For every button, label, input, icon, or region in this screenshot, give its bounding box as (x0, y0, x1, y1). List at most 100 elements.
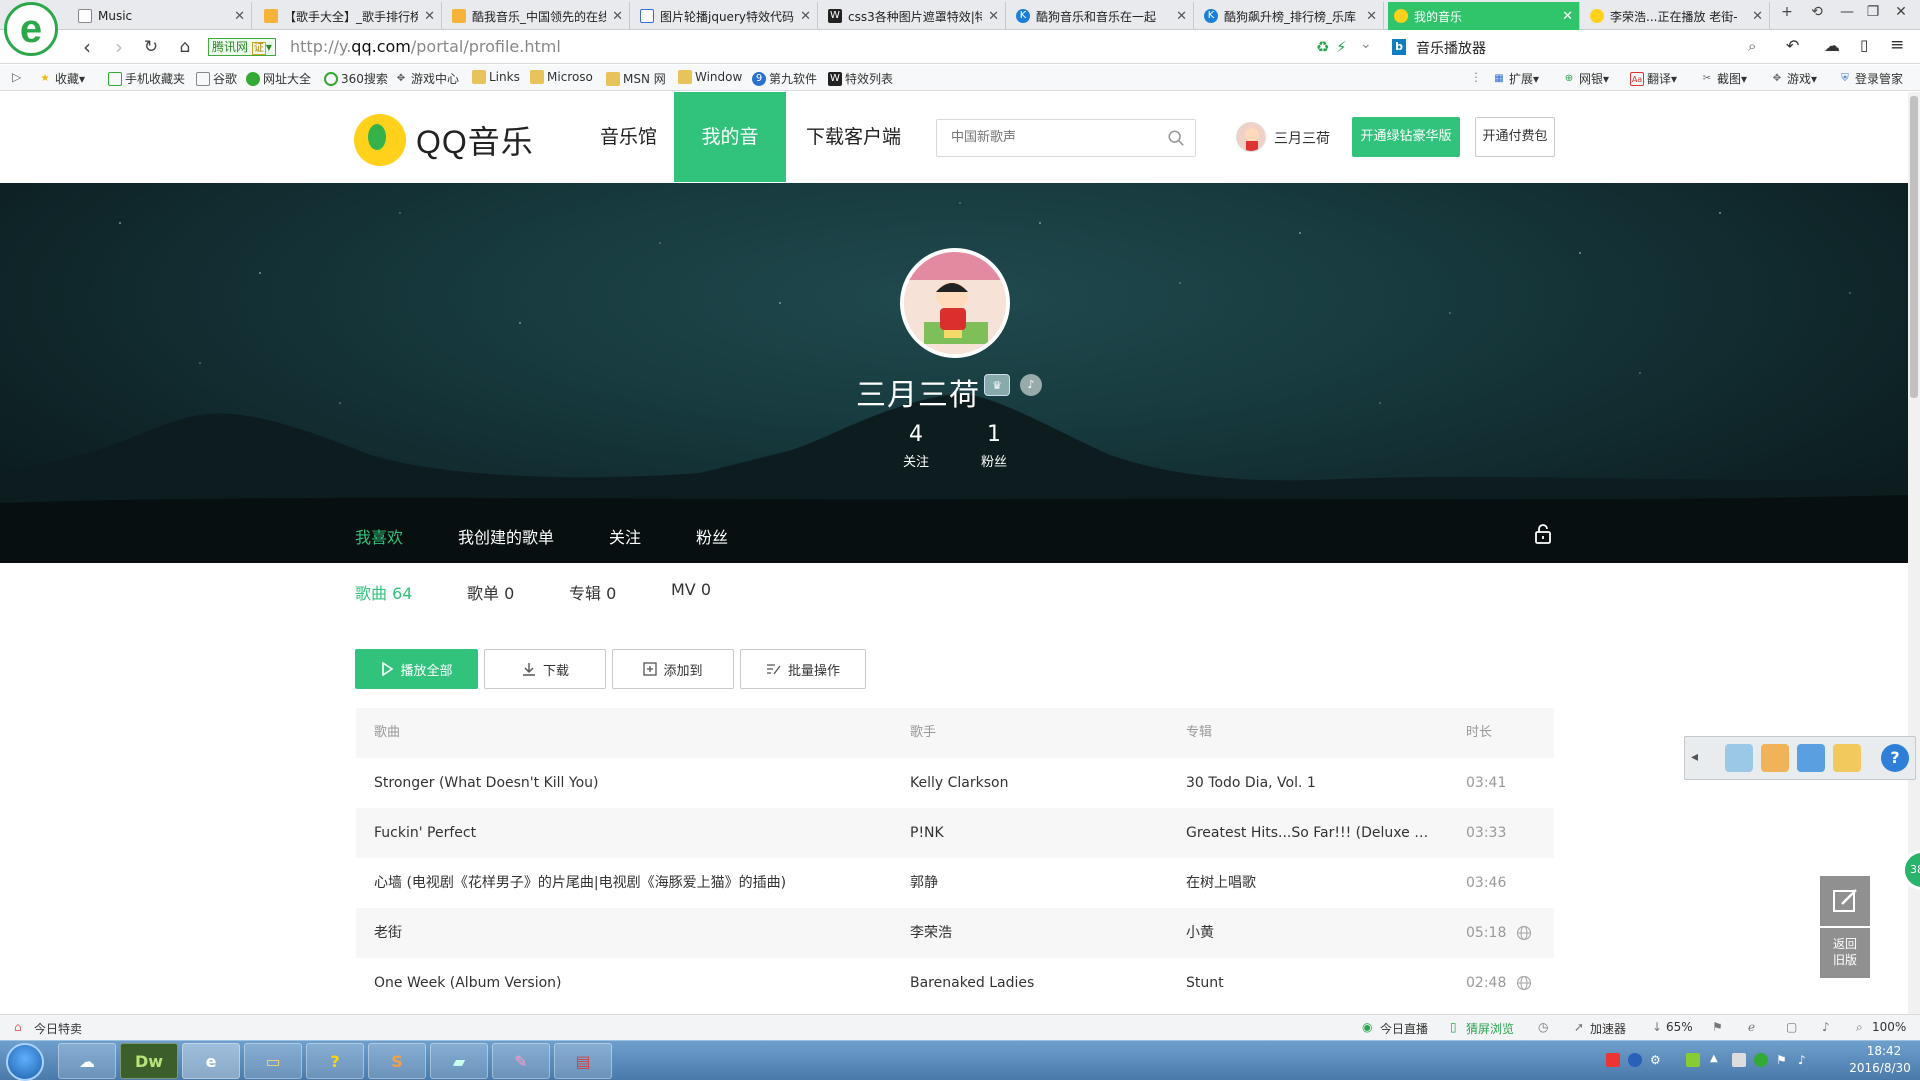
tab-liked[interactable]: 我喜欢 (355, 524, 403, 548)
more-icon[interactable]: ⋮ (1470, 70, 1482, 84)
table-row[interactable]: One Week (Album Version) Barenaked Ladie… (356, 958, 1554, 1008)
fans-label[interactable]: 粉丝 (974, 451, 1014, 470)
window-close-icon[interactable]: ✕ (1890, 4, 1912, 20)
collapse-arrow-icon[interactable]: ◂ (1691, 749, 1698, 765)
nav-download-client[interactable]: 下载客户端 (786, 92, 921, 182)
close-icon[interactable]: ✕ (424, 9, 435, 24)
search-input[interactable] (951, 129, 1151, 144)
minimize-icon[interactable]: — (1836, 4, 1858, 20)
scrollbar-thumb[interactable] (1910, 96, 1918, 398)
bookmark-toggle-icon[interactable]: ▷ (12, 70, 21, 84)
notebook-icon[interactable]: ▰ (430, 1043, 488, 1079)
tab-my-playlists[interactable]: 我创建的歌单 (458, 524, 554, 548)
site-badge[interactable]: 腾讯网 证 ▾ (208, 38, 276, 56)
refresh-icon[interactable]: ↻ (138, 35, 164, 59)
close-icon[interactable]: ✕ (800, 9, 811, 24)
forward-icon[interactable]: › (106, 35, 132, 59)
back-icon[interactable]: ‹ (74, 35, 100, 59)
menu-icon[interactable]: ≡ (1890, 35, 1904, 55)
clock-time[interactable]: 18:42 (1854, 1044, 1914, 1058)
extension-item[interactable]: ⛨ 登录管家 (1838, 70, 1903, 87)
zoom-level[interactable]: 100% (1872, 1020, 1906, 1034)
daily-sale-link[interactable]: 今日特卖 (34, 1020, 82, 1037)
fans-count[interactable]: 1 (974, 422, 1014, 447)
extension-item[interactable]: ⊕ 网银 ▾ (1562, 70, 1609, 87)
flag-icon[interactable]: ⚑ (1712, 1020, 1723, 1034)
open-green-diamond-button[interactable]: 开通绿钻豪华版 (1352, 117, 1460, 157)
notification-bubble[interactable]: 38 (1902, 850, 1920, 890)
bookmark-item[interactable]: Links (472, 70, 520, 84)
sogou-icon[interactable] (1606, 1053, 1620, 1067)
flag-tray-icon[interactable]: ⚑ (1776, 1053, 1790, 1067)
table-row[interactable]: 老街 李荣浩 小黄 05:18 (356, 908, 1554, 958)
home-icon[interactable]: ⌂ (172, 35, 198, 59)
winrar-icon[interactable]: ▤ (554, 1043, 612, 1079)
browser-tab[interactable]: W css3各种图片遮罩特效|特 ✕ (822, 2, 1006, 30)
song-title[interactable]: One Week (Album Version) (374, 958, 894, 1008)
add-to-button[interactable]: 添加到 (612, 649, 734, 689)
browser-tab[interactable]: K 酷狗飙升榜_排行榜_乐库 ✕ (1198, 2, 1384, 30)
bookmark-item[interactable]: Microso (530, 70, 593, 84)
profile-avatar[interactable] (900, 248, 1010, 358)
search-icon[interactable] (1167, 129, 1185, 147)
extension-item[interactable]: ▦ 扩展 ▾ (1492, 70, 1539, 87)
subtab-albums[interactable]: 专辑 0 (569, 580, 616, 604)
bookmark-item[interactable]: 手机收藏夹 (108, 70, 185, 87)
search-icon[interactable]: ⌕ (1748, 37, 1756, 55)
nav-my-music[interactable]: 我的音乐 (674, 92, 786, 238)
extension-item[interactable]: Aa 翻译 ▾ (1630, 70, 1677, 87)
restore-tabs-icon[interactable]: ⟲ (1806, 4, 1828, 20)
dreamweaver-icon[interactable]: Dw (120, 1043, 178, 1079)
user-name[interactable]: 三月三荷 (1274, 128, 1330, 148)
browser-tab[interactable]: 【歌手大全】_歌手排行榜 ✕ (258, 2, 442, 30)
song-title[interactable]: Fuckin' Perfect (374, 808, 894, 858)
paint-icon[interactable]: ✎ (492, 1043, 550, 1079)
cross-screen-link[interactable]: 猜屏浏览 (1466, 1020, 1514, 1037)
table-row[interactable]: 心墙 (电视剧《花样男子》的片尾曲|电视剧《海豚爱上猫》的插曲) 郭静 在树上唱… (356, 858, 1554, 908)
bookmark-item[interactable]: W 特效列表 (828, 70, 893, 87)
browser-tab-active[interactable]: 我的音乐 ✕ (1388, 2, 1580, 30)
subtab-playlists[interactable]: 歌单 0 (467, 580, 514, 604)
help-app-icon[interactable]: ? (306, 1043, 364, 1079)
security-tray-icon[interactable] (1754, 1053, 1768, 1067)
live-link[interactable]: 今日直播 (1380, 1020, 1428, 1037)
close-icon[interactable]: ✕ (234, 9, 245, 24)
lightning-icon[interactable]: ⚡ (1336, 38, 1347, 56)
globe-icon[interactable] (1516, 925, 1532, 941)
subtab-mv[interactable]: MV 0 (671, 580, 711, 599)
song-album[interactable]: 30 Todo Dia, Vol. 1 (1186, 758, 1436, 808)
song-title[interactable]: Stronger (What Doesn't Kill You) (374, 758, 894, 808)
url-field[interactable]: http://y.qq.com/portal/profile.html (290, 37, 561, 56)
close-icon[interactable]: ✕ (1176, 9, 1187, 24)
song-singer[interactable]: Kelly Clarkson (910, 758, 1160, 808)
song-singer[interactable]: 郭静 (910, 858, 1160, 908)
cloud-icon[interactable]: ☁ (1824, 36, 1840, 55)
close-icon[interactable]: ✕ (612, 9, 623, 24)
extension-item[interactable]: ✂ 截图 ▾ (1700, 70, 1747, 87)
following-label[interactable]: 关注 (896, 451, 936, 470)
bookmark-item[interactable]: 360搜索 (324, 70, 388, 87)
subtab-songs[interactable]: 歌曲 64 (355, 580, 412, 604)
chart-tool-icon[interactable] (1725, 744, 1753, 772)
explorer-icon[interactable]: ▭ (244, 1043, 302, 1079)
ie-icon[interactable]: ℯ (1748, 1020, 1755, 1034)
extension-item[interactable]: ✥ 游戏 ▾ (1770, 70, 1817, 87)
bookmark-item[interactable]: 网址大全 (246, 70, 311, 87)
clock-icon[interactable]: ◷ (1538, 1020, 1548, 1034)
bookmark-item[interactable]: 9 第九软件 (752, 70, 817, 87)
song-singer[interactable]: P!NK (910, 808, 1160, 858)
folder-tool-icon[interactable] (1833, 744, 1861, 772)
lock-icon[interactable] (1534, 524, 1552, 544)
browser-tab[interactable]: 李荣浩...正在播放 老街- ✕ (1584, 2, 1770, 30)
cloud-app-icon[interactable]: ☁ (58, 1043, 116, 1079)
speaker-icon[interactable]: ♪ (1822, 1020, 1830, 1034)
sublime-icon[interactable]: S (368, 1043, 426, 1079)
volume-icon[interactable]: ♪ (1798, 1053, 1812, 1067)
song-album[interactable]: 小黄 (1186, 908, 1436, 958)
download-button[interactable]: 下载 (484, 649, 606, 689)
globe-icon[interactable] (1516, 975, 1532, 991)
avatar[interactable] (1236, 122, 1266, 152)
close-icon[interactable]: ✕ (1562, 9, 1573, 24)
browser-app-icon[interactable]: e (182, 1043, 240, 1079)
network-icon[interactable] (1732, 1053, 1746, 1067)
